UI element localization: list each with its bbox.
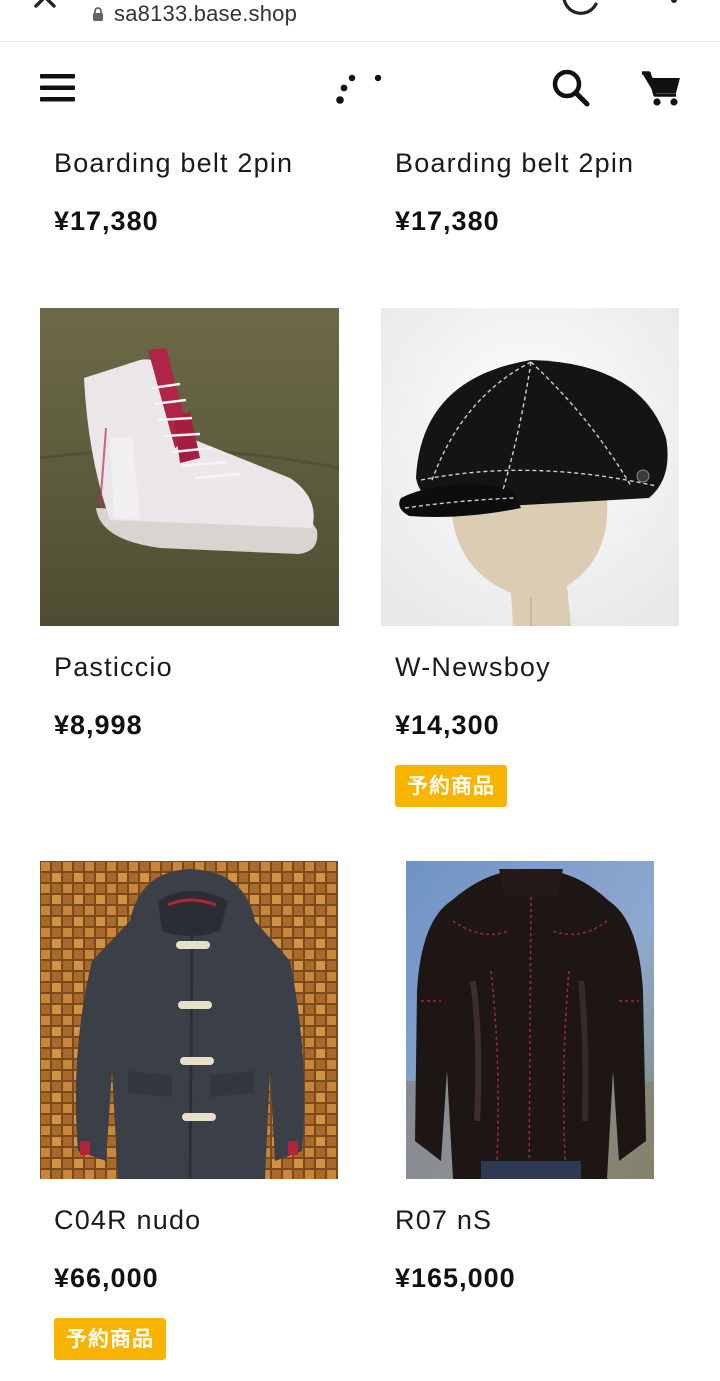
close-icon[interactable] [30,0,60,12]
product-image-duffle-coat[interactable] [40,861,338,1179]
product-image-sneaker[interactable] [40,308,339,626]
product-price: ¥14,300 [395,710,500,740]
product-card[interactable]: C04R nudo ¥66,000 予約商品 [40,861,340,1360]
product-card[interactable]: R07 nS ¥165,000 [381,861,681,1293]
product-name[interactable]: W-Newsboy [395,652,551,683]
product-price: ¥8,998 [54,710,143,740]
product-price: ¥17,380 [395,206,500,236]
product-image-leather-jacket[interactable] [381,861,679,1179]
product-price: ¥165,000 [395,1263,516,1293]
lock-icon [93,7,103,21]
shop-logo[interactable] [330,66,390,106]
more-options-icon[interactable] [662,0,686,16]
browser-url-bar: sa8133.base.shop [0,0,720,42]
product-name[interactable]: Boarding belt 2pin [395,148,634,179]
shop-header [0,42,720,138]
product-price: ¥66,000 [54,1263,159,1293]
product-card[interactable]: W-Newsboy ¥14,300 予約商品 [381,308,681,807]
menu-icon[interactable] [40,73,75,103]
preorder-badge: 予約商品 [54,1318,166,1360]
cart-icon[interactable] [640,69,682,107]
url-text[interactable]: sa8133.base.shop [114,1,297,27]
product-card[interactable]: Pasticcio ¥8,998 [40,308,340,740]
product-name[interactable]: Pasticcio [54,652,173,683]
reload-icon[interactable] [556,0,606,22]
product-name[interactable]: C04R nudo [54,1205,201,1236]
product-name[interactable]: R07 nS [395,1205,492,1236]
product-image-newsboy-cap[interactable] [381,308,679,626]
product-name[interactable]: Boarding belt 2pin [54,148,293,179]
search-icon[interactable] [551,68,591,108]
preorder-badge: 予約商品 [395,765,507,807]
product-price: ¥17,380 [54,206,159,236]
